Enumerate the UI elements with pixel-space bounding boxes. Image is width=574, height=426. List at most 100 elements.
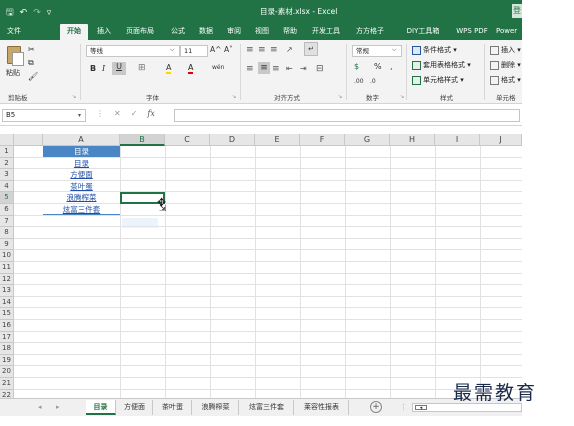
shrink-font-icon[interactable]: A˅ xyxy=(224,45,233,54)
column-header-e[interactable]: E xyxy=(255,134,300,146)
row-header-2[interactable]: 2 xyxy=(0,157,14,170)
sheet-tab-pickles[interactable]: 浪腾榨菜 xyxy=(193,400,239,415)
row-header-10[interactable]: 10 xyxy=(0,250,14,262)
font-name-select[interactable]: 等线 xyxy=(86,45,180,57)
customize-toolbar-icon[interactable]: ▿ xyxy=(47,8,52,18)
row-header-5[interactable]: 5 xyxy=(0,192,14,204)
row-header-12[interactable]: 12 xyxy=(0,273,14,286)
column-header-c[interactable]: C xyxy=(165,134,210,146)
redo-icon[interactable]: ↷ xyxy=(33,8,41,18)
column-header-i[interactable]: I xyxy=(435,134,480,146)
sheet-tab-toc[interactable]: 目录 xyxy=(86,400,116,415)
select-all-button[interactable] xyxy=(0,134,14,146)
row-header-20[interactable]: 20 xyxy=(0,366,14,378)
bold-button[interactable]: B xyxy=(90,64,96,73)
cell-a4[interactable]: 茶叶蛋 xyxy=(43,181,120,192)
font-launcher-icon[interactable]: ↘ xyxy=(232,94,236,100)
column-header-f[interactable]: F xyxy=(300,134,345,146)
wrap-text-icon[interactable]: ↵ xyxy=(304,42,318,56)
confirm-icon[interactable]: ✓ xyxy=(131,109,138,118)
row-header-4[interactable]: 4 xyxy=(0,180,14,193)
chevron-down-icon[interactable]: ⌵ xyxy=(170,46,175,54)
cell-a6[interactable]: 炫富三件套 xyxy=(43,204,120,215)
tab-page-layout[interactable]: 页面布局 xyxy=(120,24,160,40)
underline-button[interactable]: U xyxy=(112,62,126,75)
italic-button[interactable]: I xyxy=(102,64,105,73)
format-as-table-button[interactable]: 套用表格格式 ▾ xyxy=(412,59,471,71)
orientation-icon[interactable]: ↗ xyxy=(286,45,293,54)
font-color-icon[interactable]: A xyxy=(188,63,194,74)
increase-indent-icon[interactable]: ⇥ xyxy=(300,64,307,73)
chevron-down-icon[interactable]: ▾ xyxy=(78,110,81,121)
insert-cells-button[interactable]: 插入 ▾ xyxy=(490,44,521,56)
align-left-icon[interactable]: ≡ xyxy=(246,64,254,74)
comma-icon[interactable]: , xyxy=(390,62,393,71)
border-icon[interactable]: ⊞ xyxy=(138,63,146,73)
name-box[interactable]: B5 ▾ xyxy=(2,109,86,122)
align-right-icon[interactable]: ≡ xyxy=(272,64,280,74)
row-header-22[interactable]: 22 xyxy=(0,389,14,398)
add-sheet-button[interactable]: + xyxy=(370,401,382,413)
tab-formulas[interactable]: 公式 xyxy=(166,24,190,40)
tab-file[interactable]: 文件 xyxy=(2,24,26,40)
row-header-15[interactable]: 15 xyxy=(0,308,14,320)
copy-icon[interactable]: ⧉ xyxy=(28,58,34,68)
column-header-j[interactable]: J xyxy=(480,134,522,146)
currency-icon[interactable]: $ xyxy=(354,62,359,71)
row-header-17[interactable]: 17 xyxy=(0,331,14,344)
row-header-14[interactable]: 14 xyxy=(0,296,14,309)
increase-decimal-icon[interactable]: .00 xyxy=(354,78,364,85)
row-header-18[interactable]: 18 xyxy=(0,343,14,355)
align-bottom-icon[interactable]: ≡ xyxy=(270,45,278,55)
insert-function-icon[interactable]: fx xyxy=(147,109,154,118)
tab-insert[interactable]: 插入 xyxy=(92,24,116,40)
save-icon[interactable]: 🖫 xyxy=(6,5,14,21)
align-center-icon[interactable]: ≡ xyxy=(258,62,270,74)
row-header-16[interactable]: 16 xyxy=(0,320,14,332)
row-header-11[interactable]: 11 xyxy=(0,262,14,274)
cell-a1[interactable]: 目录 xyxy=(43,146,120,157)
worksheet-grid[interactable]: A B C D E F G H I J 1 2 3 4 5 6 7 8 9 10 11 12 13 14 1… xyxy=(0,126,522,398)
chevron-down-icon[interactable]: ⌵ xyxy=(392,46,397,54)
delete-cells-button[interactable]: 删除 ▾ xyxy=(490,59,521,71)
font-size-select[interactable]: 11 xyxy=(180,45,208,57)
fill-color-icon[interactable]: A xyxy=(166,63,172,74)
row-header-1[interactable]: 1 xyxy=(0,146,14,158)
format-painter-icon[interactable]: 🖌 xyxy=(28,72,38,81)
column-header-a[interactable]: A xyxy=(43,134,120,146)
row-header-7[interactable]: 7 xyxy=(0,215,14,228)
decrease-decimal-icon[interactable]: .0 xyxy=(370,78,376,85)
row-header-3[interactable]: 3 xyxy=(0,169,14,181)
row-header-6[interactable]: 6 xyxy=(0,204,14,216)
sheet-tab-instant-noodles[interactable]: 方便面 xyxy=(117,400,153,415)
align-top-icon[interactable]: ≡ xyxy=(246,45,254,55)
cell-a5[interactable]: 浪腾榨菜 xyxy=(43,192,120,203)
clipboard-launcher-icon[interactable]: ↘ xyxy=(72,94,76,100)
scrollbar-left-arrow-icon[interactable]: ◂ xyxy=(415,405,427,411)
tab-power[interactable]: Power xyxy=(496,24,522,40)
merge-center-icon[interactable]: ⊟ xyxy=(316,64,324,74)
cut-icon[interactable]: ✂ xyxy=(28,45,35,54)
tab-review[interactable]: 审阅 xyxy=(222,24,246,40)
tab-wps-pdf[interactable]: WPS PDF xyxy=(452,24,492,40)
sheet-tab-luxury-set[interactable]: 炫富三件套 xyxy=(240,400,294,415)
column-header-h[interactable]: H xyxy=(390,134,435,146)
column-header-b[interactable]: B xyxy=(120,134,165,146)
row-header-19[interactable]: 19 xyxy=(0,354,14,367)
prev-sheet-icon[interactable]: ◂ xyxy=(38,403,42,411)
tab-diy-tools[interactable]: DIY工具箱 xyxy=(400,24,446,40)
row-header-13[interactable]: 13 xyxy=(0,285,14,297)
sheet-tab-tea-eggs[interactable]: 茶叶蛋 xyxy=(154,400,192,415)
tab-developer[interactable]: 开发工具 xyxy=(306,24,346,40)
paste-button[interactable]: 粘贴 xyxy=(6,68,20,78)
phonetic-icon[interactable]: wén xyxy=(212,64,224,71)
next-sheet-icon[interactable]: ▸ xyxy=(56,403,60,411)
sheet-tab-report[interactable]: 莱容性报表 xyxy=(295,400,349,415)
row-header-21[interactable]: 21 xyxy=(0,378,14,390)
cell-a2[interactable]: 目录 xyxy=(43,158,120,169)
tab-fangfang[interactable]: 方方格子 xyxy=(350,24,390,40)
tab-view[interactable]: 视图 xyxy=(250,24,274,40)
align-middle-icon[interactable]: ≡ xyxy=(258,45,266,55)
cancel-icon[interactable]: ✕ xyxy=(114,109,121,118)
decrease-indent-icon[interactable]: ⇤ xyxy=(286,64,293,73)
